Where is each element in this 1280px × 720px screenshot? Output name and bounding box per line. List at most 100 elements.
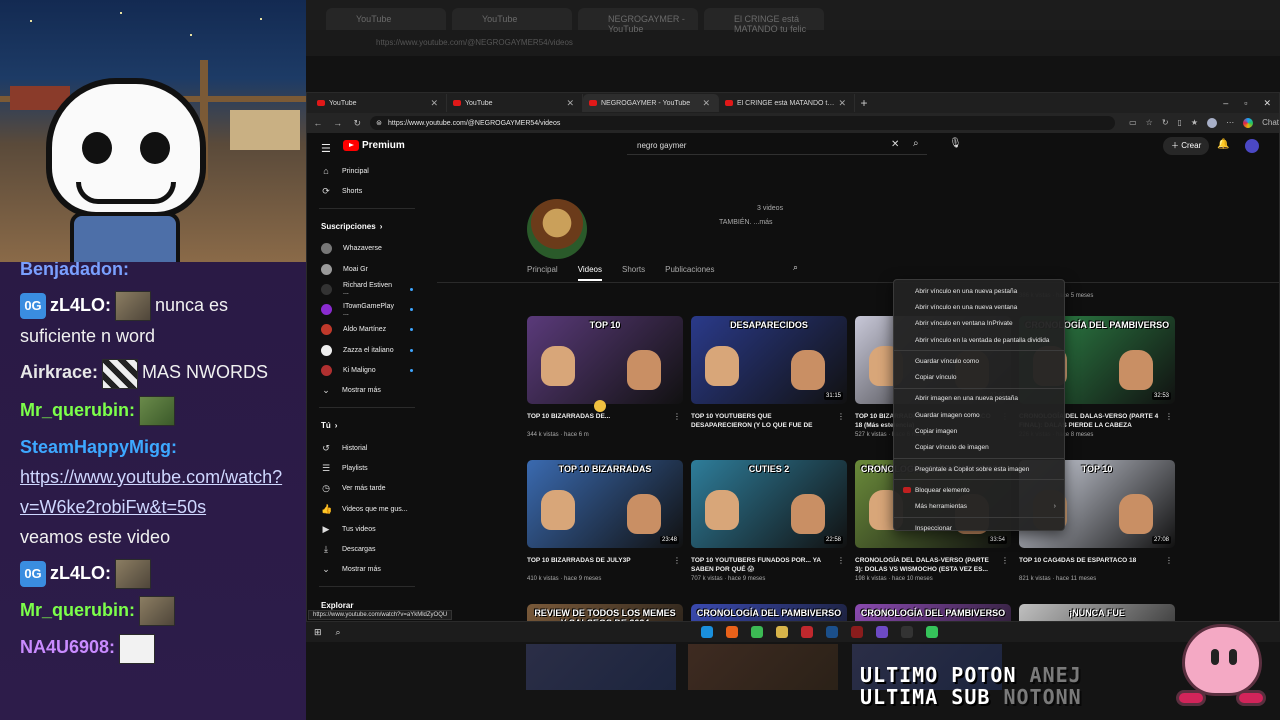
sidebar-item[interactable]: ▶ Tus videos xyxy=(307,519,427,539)
app-icon[interactable] xyxy=(800,626,813,638)
user-avatar[interactable] xyxy=(1245,139,1259,153)
refresh-extension-icon[interactable]: ↻ xyxy=(1162,118,1169,128)
chat-username[interactable]: Airkrace: xyxy=(20,362,98,382)
new-tab-button[interactable]: + xyxy=(855,96,873,110)
hamburger-menu-icon[interactable]: ☰ xyxy=(321,142,331,155)
video-thumbnail[interactable]: DESAPARECIDOS 31:15 xyxy=(691,316,847,404)
context-menu-item[interactable]: Guardar imagen como xyxy=(894,407,1064,423)
context-menu-item[interactable]: Copiar imagen xyxy=(894,423,1064,439)
sidebar-subscription[interactable]: Moai Gr xyxy=(307,259,427,279)
video-options-icon[interactable]: ⋮ xyxy=(837,412,845,421)
video-thumbnail[interactable]: CRONOLOGÍA DEL PAMBIVERSO xyxy=(855,604,1011,621)
video-card[interactable]: CRONOLOGÍA DEL PAMBIVERSO xyxy=(855,604,1011,621)
video-options-icon[interactable]: ⋮ xyxy=(837,556,845,565)
video-thumbnail[interactable]: TOP 10 BIZARRADAS 23:48 xyxy=(527,460,683,548)
close-tab-icon[interactable]: ✕ xyxy=(566,98,574,109)
file-explorer-icon[interactable] xyxy=(775,626,788,638)
firefox-icon[interactable] xyxy=(725,626,738,638)
app-icon[interactable] xyxy=(875,626,888,638)
chat-username[interactable]: Benjadadon: xyxy=(20,262,129,279)
video-card[interactable]: DESAPARECIDOS 31:15 TOP 10 YOUTUBERS QUE… xyxy=(691,316,847,432)
sidebar-subscription[interactable]: Whazaverse xyxy=(307,239,427,259)
context-menu-item[interactable]: Abrir imagen en una nueva pestaña xyxy=(894,391,1064,407)
chat-username[interactable]: zL4LO: xyxy=(50,295,111,315)
video-title[interactable]: TOP 10 BIZARRADAS DE JULY3P xyxy=(527,556,669,574)
video-card[interactable]: TOP 10 BIZARRADAS 23:48 TOP 10 BIZARRADA… xyxy=(527,460,683,582)
more-icon[interactable]: ⋯ xyxy=(1226,118,1234,128)
chat-username[interactable]: NA4U6908: xyxy=(20,637,115,657)
chrome-icon[interactable] xyxy=(750,626,763,638)
microphone-icon[interactable]: 🎙 xyxy=(949,138,962,149)
context-menu-item[interactable]: Abrir vínculo en la ventada de pantalla … xyxy=(894,332,1064,348)
chat-username[interactable]: zL4LO: xyxy=(50,563,111,583)
close-tab-icon[interactable]: ✕ xyxy=(430,98,438,109)
site-info-icon[interactable]: ⊜ xyxy=(376,119,382,127)
video-card[interactable]: CUTIES 2 22:58 TOP 10 YOUTUBERS FUNADOS … xyxy=(691,460,847,582)
sidebar-subscription[interactable]: Zazza el italiano xyxy=(307,340,427,360)
context-menu-item[interactable]: Abrir vínculo en una nueva pestaña xyxy=(894,283,1064,299)
split-screen-icon[interactable]: ▭ xyxy=(1129,118,1137,128)
app-icon[interactable] xyxy=(900,626,913,638)
sidebar-item[interactable]: ◷ Ver más tarde xyxy=(307,479,427,499)
you-header[interactable]: Tú › xyxy=(307,414,427,438)
sidebar-item[interactable]: 👍 Videos que me gus... xyxy=(307,499,427,519)
channel-description[interactable]: TAMBIÉN. ...más xyxy=(719,219,773,226)
context-menu-item[interactable]: Abrir vínculo en ventana InPrivate xyxy=(894,316,1064,332)
video-title[interactable]: TOP 10 BIZARRADAS DE... xyxy=(527,412,669,430)
context-menu-item[interactable]: Pregúntale a Copilot sobre esta imagen xyxy=(894,461,1064,477)
kick-icon[interactable] xyxy=(925,626,938,638)
chat-username[interactable]: SteamHappyMigg: xyxy=(20,437,177,457)
create-button[interactable]: ＋ Crear xyxy=(1163,137,1210,155)
video-options-icon[interactable]: ⋮ xyxy=(673,556,681,565)
close-window-button[interactable]: ✕ xyxy=(1263,98,1271,109)
video-card[interactable]: REVIEW DE TODOS LOS MEMES Y SALSEOS DE 2… xyxy=(527,604,683,621)
split-icon[interactable]: ▯ xyxy=(1178,118,1182,128)
back-icon[interactable]: ← xyxy=(311,118,325,128)
video-options-icon[interactable]: ⋮ xyxy=(1001,556,1009,565)
video-options-icon[interactable]: ⋮ xyxy=(1165,412,1173,421)
channel-avatar[interactable] xyxy=(527,199,587,259)
browser-tab-active[interactable]: NEGROGAYMER - YouTube ✕ xyxy=(583,94,719,112)
context-menu-item[interactable]: Abrir vínculo en una nueva ventana xyxy=(894,299,1064,315)
tab-publicaciones[interactable]: Publicaciones xyxy=(665,265,714,281)
video-thumbnail[interactable]: CUTIES 2 22:58 xyxy=(691,460,847,548)
video-thumbnail[interactable]: REVIEW DE TODOS LOS MEMES Y SALSEOS DE 2… xyxy=(527,604,683,621)
clear-search-icon[interactable]: ✕ xyxy=(891,139,899,150)
sidebar-subscription[interactable]: Richard Estiven ... xyxy=(307,279,427,299)
copilot-icon[interactable] xyxy=(1243,118,1254,128)
search-icon[interactable]: ⌕ xyxy=(913,138,919,149)
video-options-icon[interactable]: ⋮ xyxy=(673,412,681,421)
context-menu-item[interactable]: Más herramientas › xyxy=(894,499,1064,515)
sidebar-item[interactable]: ↺ Historial xyxy=(307,438,427,458)
favorites-icon[interactable]: ★ xyxy=(1191,118,1198,128)
browser-tab[interactable]: YouTube ✕ xyxy=(311,94,447,112)
forward-icon[interactable]: → xyxy=(331,118,345,128)
search-input[interactable]: negro gaymer xyxy=(627,137,927,155)
close-tab-icon[interactable]: ✕ xyxy=(702,98,710,109)
channel-search-icon[interactable]: ⌕ xyxy=(793,262,798,273)
edge-icon[interactable] xyxy=(700,626,713,638)
sidebar-item[interactable]: ☰ Playlists xyxy=(307,458,427,478)
taskbar-search-icon[interactable]: ⌕ xyxy=(336,627,341,638)
copilot-chat-label[interactable]: Chat xyxy=(1262,118,1279,128)
minimize-button[interactable]: – xyxy=(1223,98,1228,109)
steam-icon[interactable] xyxy=(825,626,838,638)
maximize-button[interactable]: ▫ xyxy=(1244,98,1247,109)
video-thumbnail[interactable]: ¡NUNCA FUE xyxy=(1019,604,1175,621)
context-menu-item[interactable]: Copiar vínculo de imagen xyxy=(894,440,1064,456)
sidebar-item-principal[interactable]: ⌂ Principal xyxy=(307,161,427,181)
refresh-icon[interactable]: ↻ xyxy=(350,118,364,129)
video-card[interactable]: ¡NUNCA FUE xyxy=(1019,604,1175,621)
notifications-bell-icon[interactable]: 🔔 xyxy=(1217,139,1229,150)
chat-link[interactable]: https://www.youtube.com/watch?v=W6ke2rob… xyxy=(20,467,282,517)
tab-principal[interactable]: Principal xyxy=(527,265,558,281)
favorite-star-icon[interactable]: ☆ xyxy=(1146,118,1153,128)
browser-tab[interactable]: YouTube ✕ xyxy=(447,94,583,112)
video-title[interactable]: TOP 10 YOUTUBERS FUNADOS POR... YA SABEN… xyxy=(691,556,833,574)
sidebar-item[interactable]: ⤓ Descargas xyxy=(307,539,427,559)
app-icon[interactable] xyxy=(850,626,863,638)
windows-start-icon[interactable]: ⊞ xyxy=(314,627,322,638)
chat-username[interactable]: Mr_querubin: xyxy=(20,400,135,420)
tab-videos[interactable]: Videos xyxy=(577,265,603,281)
video-card[interactable]: CRONOLOGÍA DEL PAMBIVERSO xyxy=(691,604,847,621)
